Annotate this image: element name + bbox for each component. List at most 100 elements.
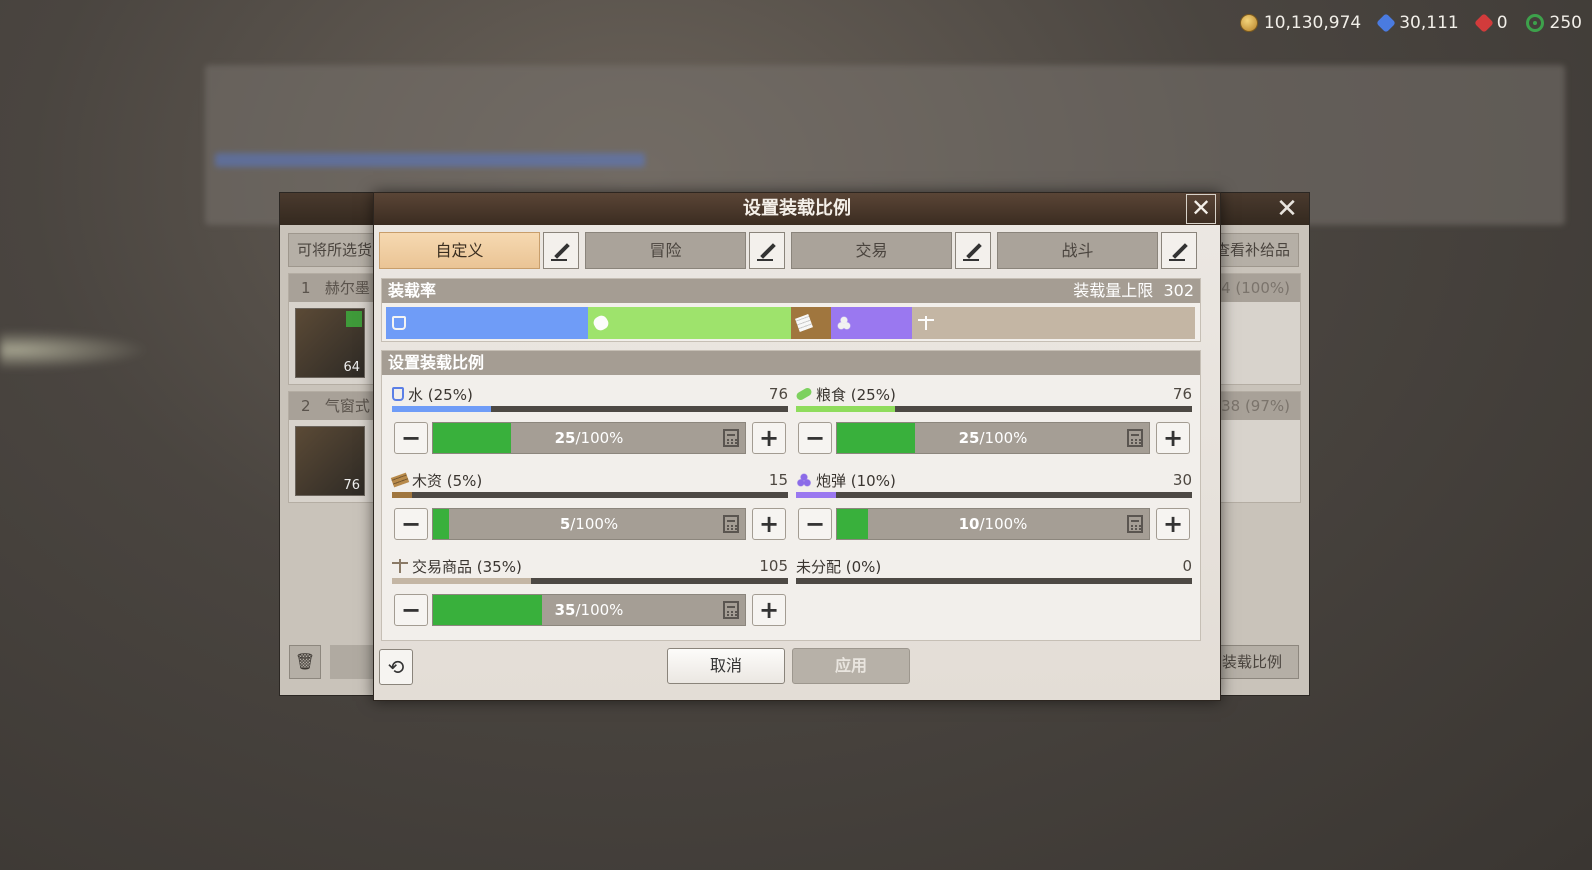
calculator-icon[interactable] — [723, 429, 739, 447]
decrease-button[interactable]: − — [798, 508, 832, 540]
calculator-icon[interactable] — [723, 515, 739, 533]
currency-bar: 10,130,974 30,111 0 250 — [1239, 10, 1582, 36]
pencil-icon — [757, 241, 777, 261]
pencil-icon — [963, 241, 983, 261]
increase-button[interactable]: + — [1156, 422, 1190, 454]
crew-amount: 250 — [1549, 13, 1582, 33]
ratio-value: 25/100% — [837, 423, 1149, 453]
ratio-label: 木资 (5%) — [390, 469, 483, 491]
ruby-amount: 0 — [1496, 13, 1508, 33]
increase-button[interactable]: + — [752, 422, 786, 454]
ratio-slider[interactable]: 5/100% — [432, 508, 746, 540]
wood-icon — [390, 472, 410, 488]
ratio-value: 10/100% — [837, 509, 1149, 539]
ratio-track — [796, 406, 1192, 412]
close-icon[interactable]: ✕ — [1273, 195, 1301, 223]
edit-adventure-button[interactable] — [749, 232, 785, 269]
tab-custom[interactable]: 自定义 — [379, 232, 540, 269]
ratio-value-number: 35 — [554, 601, 576, 619]
edit-trade-button[interactable] — [955, 232, 991, 269]
calculator-icon[interactable] — [1127, 515, 1143, 533]
increase-button[interactable]: + — [1156, 508, 1190, 540]
item-tag-icon — [346, 311, 362, 327]
ratio-slider[interactable]: 10/100% — [836, 508, 1150, 540]
cannonball-icon — [796, 473, 812, 487]
tab-adventure[interactable]: 冒险 — [585, 232, 746, 269]
close-icon[interactable]: ✕ — [1186, 194, 1216, 224]
apply-button[interactable]: 应用 — [792, 648, 910, 684]
capacity-value: 302 — [1163, 281, 1194, 300]
trash-icon[interactable]: 🗑 — [289, 645, 321, 679]
ratio-header: 设置装载比例 — [382, 351, 1200, 375]
gold-coin-icon — [1239, 14, 1258, 32]
ratio-value-number: 5 — [559, 515, 571, 533]
scale-icon — [392, 559, 408, 573]
ratio-row: 粮食 (25%) 76 − 25/100% + — [795, 383, 1192, 463]
water-icon — [392, 316, 406, 330]
decrease-button[interactable]: − — [394, 594, 428, 626]
cargo-row-index: 2 — [301, 397, 311, 415]
unassigned-row: 未分配 (0%) 0 — [796, 555, 1192, 635]
reset-button[interactable]: ⟲ — [379, 649, 413, 685]
ratio-amount: 76 — [768, 385, 788, 403]
decrease-button[interactable]: − — [394, 422, 428, 454]
bucket-item-thumbnail[interactable]: 76 — [295, 426, 365, 496]
ratio-value-denominator: /100% — [575, 429, 624, 447]
edit-custom-button[interactable] — [543, 232, 579, 269]
load-rate-header: 装载率 装载量上限 302 — [382, 279, 1200, 303]
ratio-track — [392, 492, 788, 498]
blue-gem-icon — [1376, 13, 1397, 33]
ratio-label-text: 交易商品 (35%) — [412, 557, 522, 576]
ratio-label: 交易商品 (35%) — [392, 555, 522, 577]
crew-counter: 250 — [1525, 13, 1582, 33]
ratio-label-text: 木资 (5%) — [412, 471, 483, 490]
ratio-label-text: 炮弹 (10%) — [816, 471, 896, 490]
ratio-track-fill — [796, 406, 895, 412]
decrease-button[interactable]: − — [798, 422, 832, 454]
edit-battle-button[interactable] — [1161, 232, 1197, 269]
ratio-slider[interactable]: 25/100% — [432, 422, 746, 454]
increase-button[interactable]: + — [752, 594, 786, 626]
increase-button[interactable]: + — [752, 508, 786, 540]
unassigned-amount: 0 — [1182, 557, 1192, 575]
calculator-icon[interactable] — [1127, 429, 1143, 447]
cargo-row-amount: 64 (100%) — [1211, 279, 1290, 297]
ratio-amount: 76 — [1172, 385, 1192, 403]
ratio-amount: 15 — [768, 471, 788, 489]
ratio-label: 水 (25%) — [392, 383, 473, 405]
ratio-track — [392, 406, 788, 412]
tab-trade[interactable]: 交易 — [791, 232, 952, 269]
load-rate-title: 装载率 — [388, 281, 437, 300]
cancel-button[interactable]: 取消 — [667, 648, 785, 684]
load-ratio-dialog: 设置装载比例 ✕ 自定义 冒险 交易 战斗 装载率 装载量上限 302 设置装载… — [373, 192, 1221, 701]
cannonball-icon — [836, 316, 851, 330]
wheat-item-thumbnail[interactable]: 64 — [295, 308, 365, 378]
capacity-limit: 装载量上限 302 — [1073, 279, 1194, 303]
ratio-slider[interactable]: 25/100% — [836, 422, 1150, 454]
select-cargo-button[interactable]: 可将所选货 — [288, 233, 374, 267]
water-icon — [392, 387, 404, 401]
load-rate-bar — [386, 307, 1195, 339]
dialog-title: 设置装载比例 — [374, 193, 1220, 225]
bread-icon — [591, 313, 611, 333]
load-segment-water — [386, 307, 589, 339]
load-segment-wood — [790, 307, 831, 339]
ratio-value-denominator: /100% — [979, 429, 1028, 447]
pencil-icon — [1169, 241, 1189, 261]
ratio-slider[interactable]: 35/100% — [432, 594, 746, 626]
tab-battle[interactable]: 战斗 — [997, 232, 1158, 269]
ratio-track — [796, 492, 1192, 498]
ratio-value-denominator: /100% — [979, 515, 1028, 533]
ratio-row: 炮弹 (10%) 30 − 10/100% + — [796, 469, 1192, 549]
unassigned-label: 未分配 (0%) — [796, 557, 882, 576]
calculator-icon[interactable] — [723, 601, 739, 619]
gold-counter: 10,130,974 — [1239, 13, 1361, 33]
ratio-track-fill — [392, 492, 412, 498]
ratio-value: 5/100% — [433, 509, 745, 539]
ratio-label: 炮弹 (10%) — [796, 469, 896, 491]
ship-wheel-icon — [1525, 14, 1544, 32]
decrease-button[interactable]: − — [394, 508, 428, 540]
pencil-icon — [551, 241, 571, 261]
cargo-row-name: 气窗式 — [324, 397, 370, 415]
load-rate-section: 装载率 装载量上限 302 — [381, 278, 1201, 342]
